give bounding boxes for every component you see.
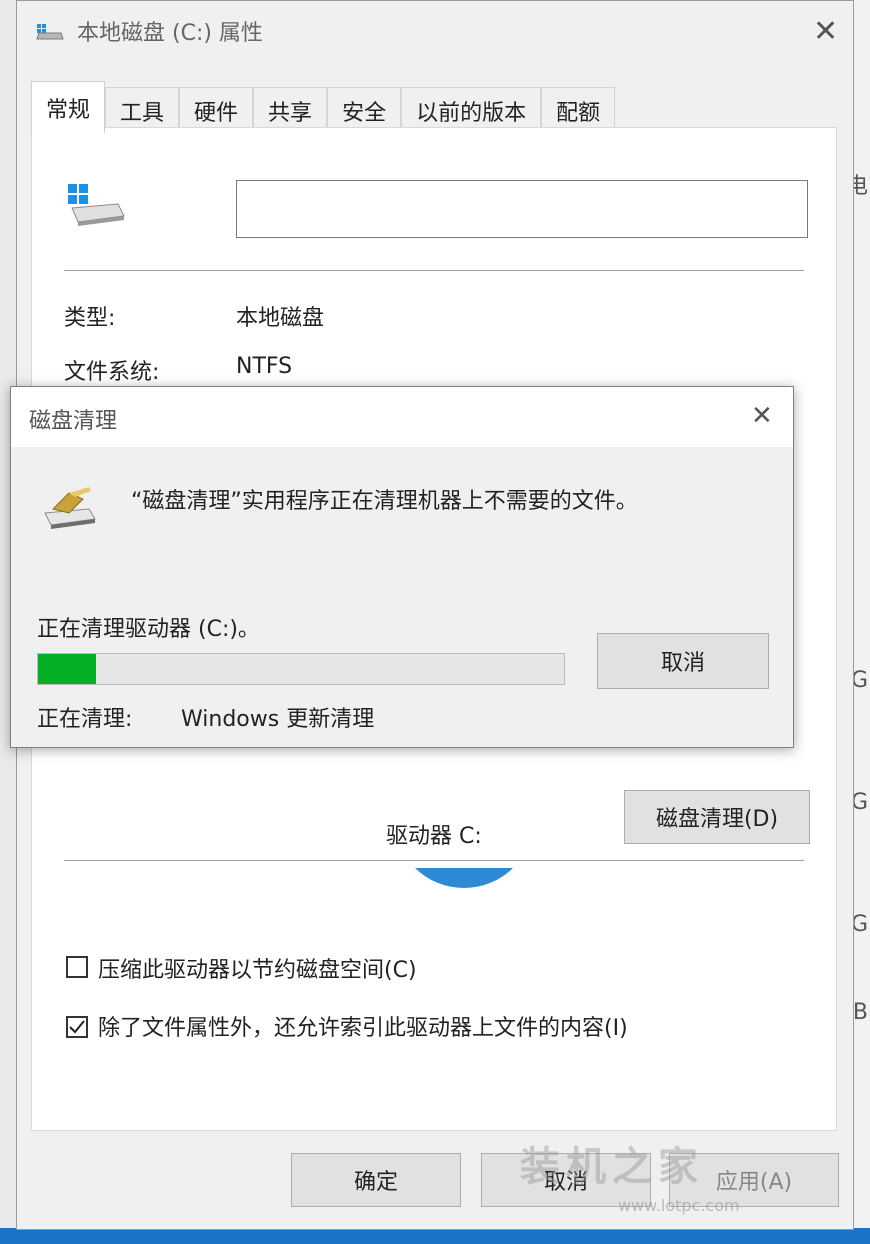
divider (64, 270, 804, 271)
drive-icon (35, 20, 65, 42)
disk-cleanup-icon (39, 483, 99, 533)
drive-label: 驱动器 C: (386, 824, 482, 849)
compress-checkbox-label[interactable]: 压缩此驱动器以节约磁盘空间(C) (98, 952, 417, 984)
cleaning-item: Windows 更新清理 (181, 707, 375, 732)
divider (64, 860, 804, 861)
index-checkbox[interactable] (66, 1016, 88, 1038)
index-checkbox-label[interactable]: 除了文件属性外，还允许索引此驱动器上文件的内容(I) (98, 1010, 628, 1042)
cleanup-progress-bar (37, 653, 565, 685)
dialog-titlebar (11, 387, 793, 447)
volume-name-input[interactable] (236, 180, 808, 238)
watermark-url: www.lotpc.com (618, 1196, 740, 1215)
dialog-cancel-button[interactable]: 取消 (597, 633, 769, 689)
progress-fill (38, 654, 96, 684)
properties-titlebar: 本地磁盘 (C:) 属性 (35, 15, 263, 47)
cleanup-status: 正在清理驱动器 (C:)。 (37, 617, 260, 642)
properties-title: 本地磁盘 (C:) 属性 (77, 21, 263, 46)
dialog-title: 磁盘清理 (29, 409, 118, 434)
disk-cleanup-dialog: 磁盘清理 ✕ “磁盘清理”实用程序正在清理机器上不需要的文件。 正在清理驱动器 … (10, 386, 794, 748)
check-mark-icon (69, 1020, 85, 1034)
close-icon[interactable]: ✕ (813, 17, 838, 47)
filesystem-value: NTFS (236, 354, 293, 379)
taskbar-strip (0, 1228, 870, 1244)
background-glyph: B (852, 1000, 868, 1025)
filesystem-label: 文件系统: (64, 360, 160, 385)
tab-general[interactable]: 常规 (31, 81, 106, 133)
compress-checkbox[interactable] (66, 956, 88, 978)
disk-cleanup-button[interactable]: 磁盘清理(D) (624, 790, 810, 844)
ok-button[interactable]: 确定 (291, 1153, 461, 1207)
close-icon[interactable]: ✕ (751, 403, 773, 429)
windows-drive-icon (66, 182, 126, 232)
type-value: 本地磁盘 (236, 306, 325, 331)
cleaning-label: 正在清理: (37, 707, 133, 732)
tab-strip: 常规 工具 硬件 共享 安全 以前的版本 配额 (31, 81, 616, 133)
type-label: 类型: (64, 306, 116, 331)
watermark: 装机之家 (520, 1144, 704, 1190)
dialog-message: “磁盘清理”实用程序正在清理机器上不需要的文件。 (131, 489, 638, 514)
